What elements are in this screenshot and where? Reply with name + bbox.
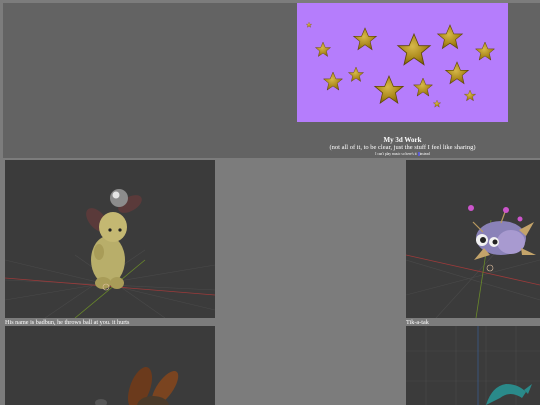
- page-subtitle: (not all of it, to be clear, just the st…: [329, 144, 476, 151]
- note-text-before: I can't play music so here's it: [375, 152, 417, 156]
- third-render-image: [5, 326, 215, 405]
- gallery-gap: [215, 160, 406, 405]
- note-text-after: instead: [419, 152, 430, 156]
- tikatak-caption: Tik-a-tak: [406, 319, 429, 326]
- stars-banner-image: [297, 3, 508, 122]
- fourth-render-image: [406, 326, 540, 405]
- badbun-render-image: [5, 160, 215, 318]
- tikatak-character: [468, 205, 536, 272]
- badbun-character: [86, 189, 142, 291]
- badbun-caption: His name is badbun, he throws ball at yo…: [5, 319, 130, 326]
- tikatak-render-image: [406, 160, 540, 318]
- page-title: My 3d Work: [383, 136, 422, 144]
- music-note-text: I can't play music so here's it instead: [297, 152, 508, 157]
